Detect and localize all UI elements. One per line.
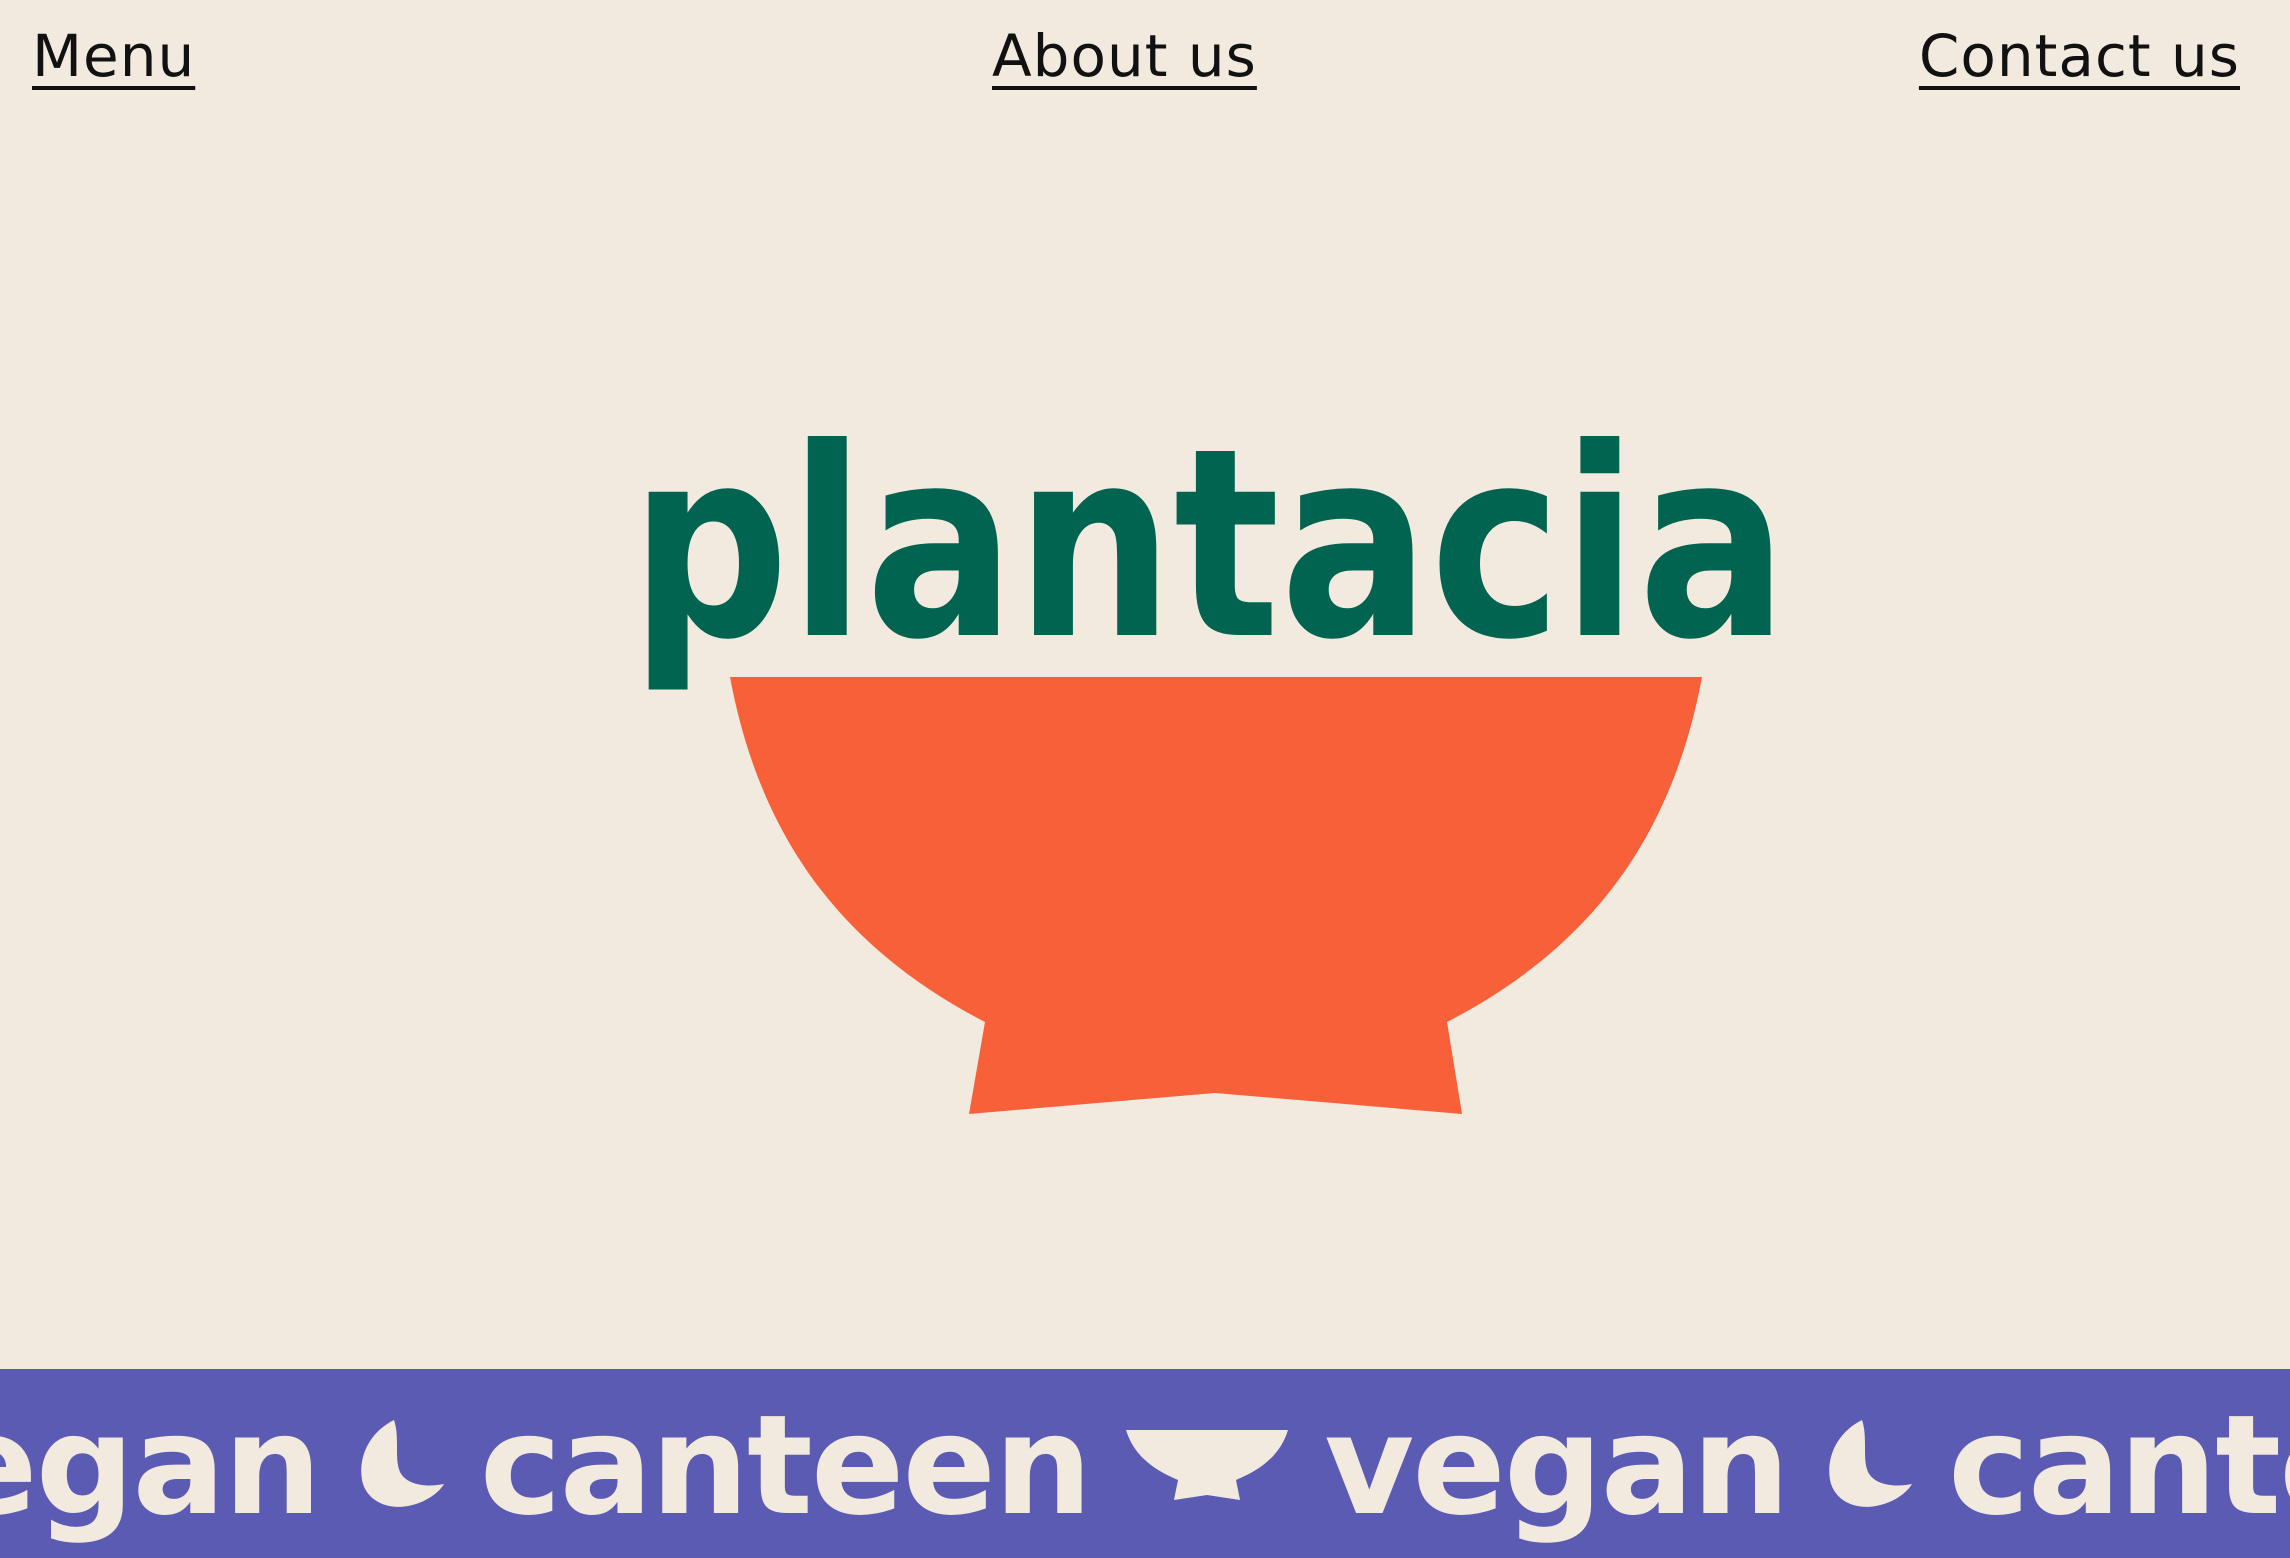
top-navigation: Menu About us Contact us bbox=[0, 0, 2290, 130]
leaf-icon bbox=[1822, 1418, 1914, 1515]
marquee-track: egan canteen vegan cantee bbox=[0, 1381, 2290, 1551]
about-us-link[interactable]: About us bbox=[992, 18, 1257, 94]
hero-section: plantacia bbox=[0, 130, 2290, 1370]
menu-link[interactable]: Menu bbox=[32, 18, 195, 94]
marquee-word: vegan bbox=[1324, 1385, 1790, 1546]
plantacia-logo: plantacia bbox=[630, 392, 1788, 1114]
leaf-icon bbox=[354, 1418, 446, 1515]
logo-wordmark: plantacia bbox=[630, 392, 1788, 697]
marquee-word: egan bbox=[0, 1385, 322, 1546]
contact-us-link[interactable]: Contact us bbox=[1919, 18, 2240, 94]
bowl-icon bbox=[1124, 1426, 1290, 1507]
marquee-word: canteen bbox=[479, 1385, 1093, 1546]
marquee-banner: egan canteen vegan cantee bbox=[0, 1369, 2290, 1558]
marquee-word: cantee bbox=[1948, 1385, 2290, 1546]
bowl-icon bbox=[730, 677, 1702, 1114]
